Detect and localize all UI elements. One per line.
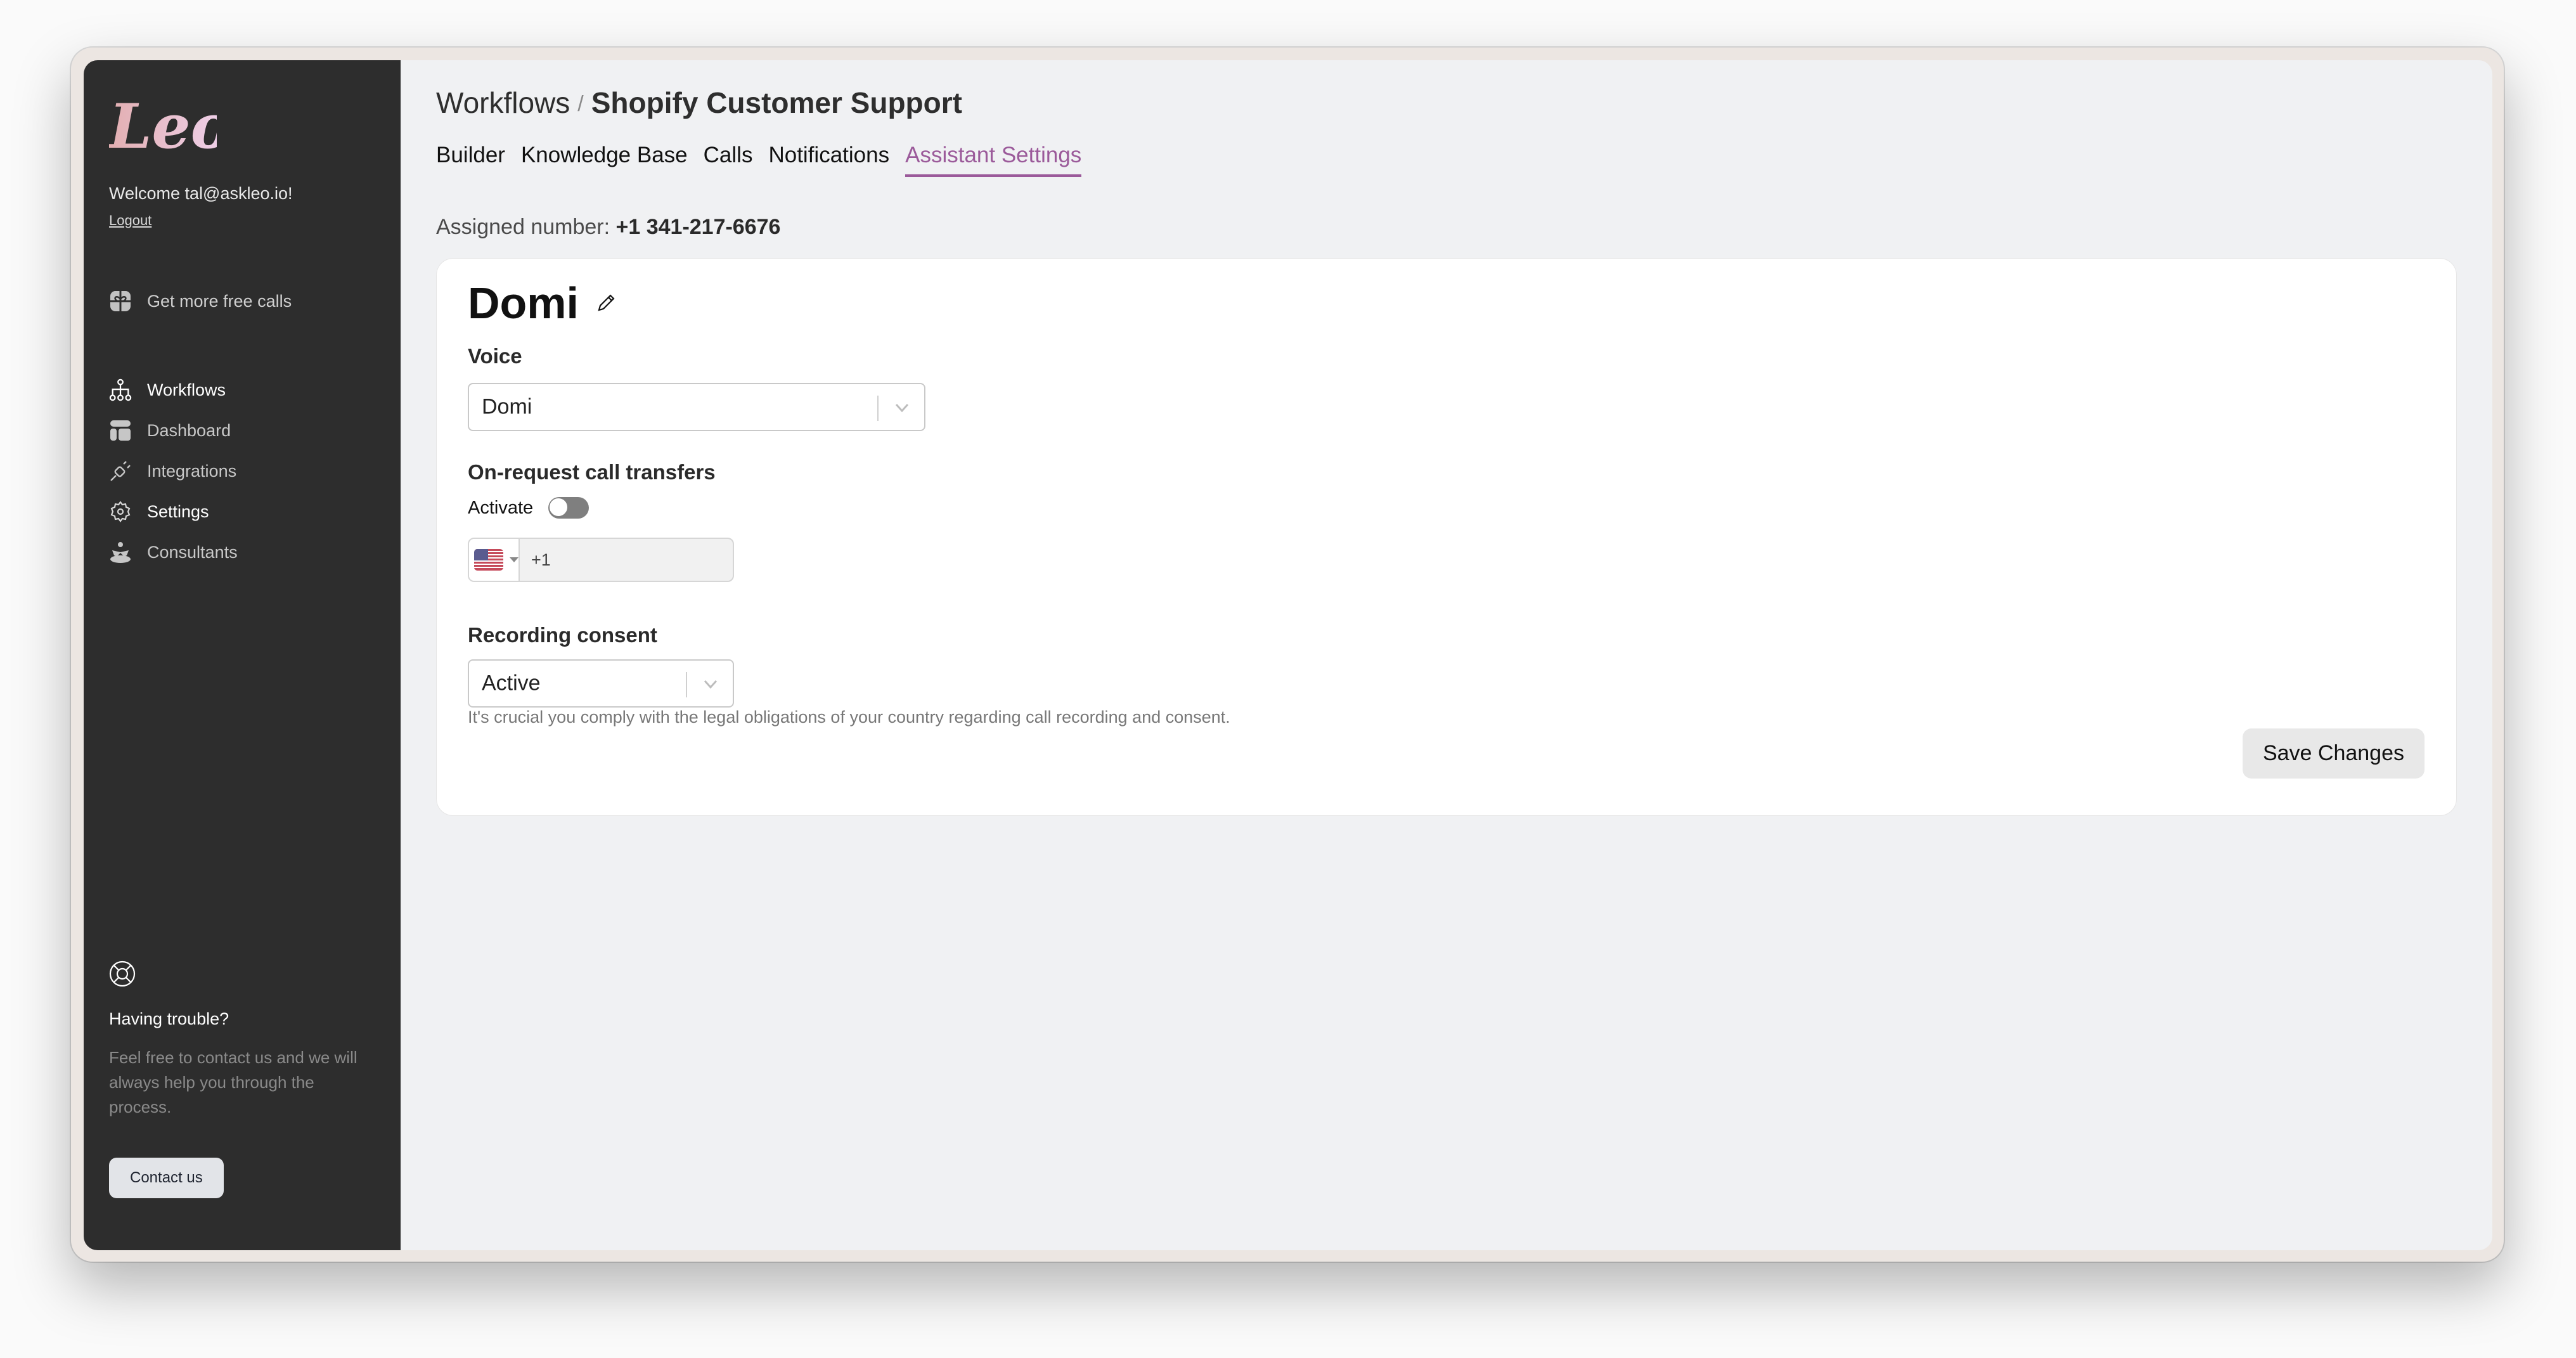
sidebar-item-label: Workflows	[147, 380, 226, 399]
voice-select-value: Domi	[482, 394, 532, 419]
gear-icon	[109, 500, 132, 523]
sidebar-nav: Workflows Dashboard Integrations Setting…	[109, 370, 238, 572]
tab-builder[interactable]: Builder	[436, 143, 505, 177]
sidebar: Leo Welcome tal@askleo.io! Logout Get mo…	[84, 60, 401, 1250]
workflow-tree-icon	[109, 378, 132, 401]
pencil-edit-icon[interactable]	[595, 292, 617, 314]
recording-consent-value: Active	[482, 671, 541, 695]
recording-consent-label: Recording consent	[468, 623, 657, 647]
sidebar-item-settings[interactable]: Settings	[109, 491, 238, 532]
transfer-phone-field	[468, 538, 734, 582]
sidebar-item-label: Consultants	[147, 542, 238, 562]
gift-icon	[109, 290, 132, 313]
assistant-name-row: Domi	[468, 278, 617, 328]
country-code-select[interactable]	[469, 539, 520, 581]
recording-consent-select[interactable]: Active	[468, 659, 734, 708]
caret-down-icon	[510, 557, 518, 562]
activate-row: Activate	[468, 497, 589, 519]
page-title: Shopify Customer Support	[591, 86, 962, 119]
help-text: Feel free to contact us and we will alwa…	[109, 1048, 357, 1116]
get-free-calls-link[interactable]: Get more free calls	[109, 290, 292, 313]
svg-text:Leo: Leo	[109, 92, 217, 162]
assigned-number-value: +1 341-217-6676	[615, 215, 781, 239]
assigned-number-label: Assigned number:	[436, 215, 610, 239]
save-changes-button[interactable]: Save Changes	[2242, 728, 2425, 779]
select-divider	[877, 396, 879, 421]
main-content: Workflows / Shopify Customer Support Build…	[401, 60, 2492, 1250]
chevron-down-icon	[895, 403, 909, 413]
breadcrumb-separator: /	[577, 92, 584, 116]
sidebar-item-dashboard[interactable]: Dashboard	[109, 410, 238, 451]
welcome-text: Welcome tal@askleo.io!	[109, 184, 293, 203]
voice-select[interactable]: Domi	[468, 383, 925, 431]
us-flag-icon	[474, 549, 503, 571]
leo-logo: Leo	[109, 92, 217, 162]
voice-label: Voice	[468, 344, 522, 368]
assistant-settings-card: Domi Voice Domi On-request call transfer…	[437, 259, 2456, 815]
plug-icon	[109, 460, 132, 482]
toggle-knob	[549, 498, 569, 517]
tab-calls[interactable]: Calls	[704, 143, 753, 177]
tab-knowledge-base[interactable]: Knowledge Base	[521, 143, 688, 177]
call-transfers-label: On-request call transfers	[468, 460, 716, 484]
consultant-person-icon	[109, 541, 132, 564]
logout-link[interactable]: Logout	[109, 212, 151, 229]
lifebuoy-icon	[109, 960, 136, 990]
app-window: Leo Welcome tal@askleo.io! Logout Get mo…	[84, 60, 2492, 1250]
help-panel: Having trouble? Feel free to contact us …	[109, 960, 375, 1198]
chevron-down-icon	[704, 680, 718, 689]
select-divider	[686, 672, 687, 697]
breadcrumb: Workflows / Shopify Customer Support	[436, 86, 962, 120]
tab-assistant-settings[interactable]: Assistant Settings	[905, 143, 1082, 177]
sidebar-item-workflows[interactable]: Workflows	[109, 370, 238, 410]
assistant-name: Domi	[468, 278, 579, 328]
promo-label: Get more free calls	[147, 291, 292, 311]
breadcrumb-root-link[interactable]: Workflows	[436, 86, 570, 119]
sidebar-item-integrations[interactable]: Integrations	[109, 451, 238, 491]
sidebar-item-label: Dashboard	[147, 420, 231, 440]
tab-bar: Builder Knowledge Base Calls Notificatio…	[436, 143, 1082, 177]
tab-notifications[interactable]: Notifications	[768, 143, 889, 177]
sidebar-item-label: Integrations	[147, 461, 237, 481]
sidebar-item-consultants[interactable]: Consultants	[109, 532, 238, 572]
contact-us-button[interactable]: Contact us	[109, 1158, 224, 1198]
recording-consent-hint: It's crucial you comply with the legal o…	[468, 708, 1230, 727]
transfer-phone-input[interactable]	[520, 539, 733, 581]
dashboard-layout-icon	[109, 419, 132, 442]
sidebar-item-label: Settings	[147, 501, 209, 521]
assigned-number: Assigned number: +1 341-217-6676	[436, 215, 780, 240]
help-title: Having trouble?	[109, 1009, 229, 1028]
activate-label: Activate	[468, 497, 534, 518]
activate-toggle[interactable]	[548, 497, 589, 519]
